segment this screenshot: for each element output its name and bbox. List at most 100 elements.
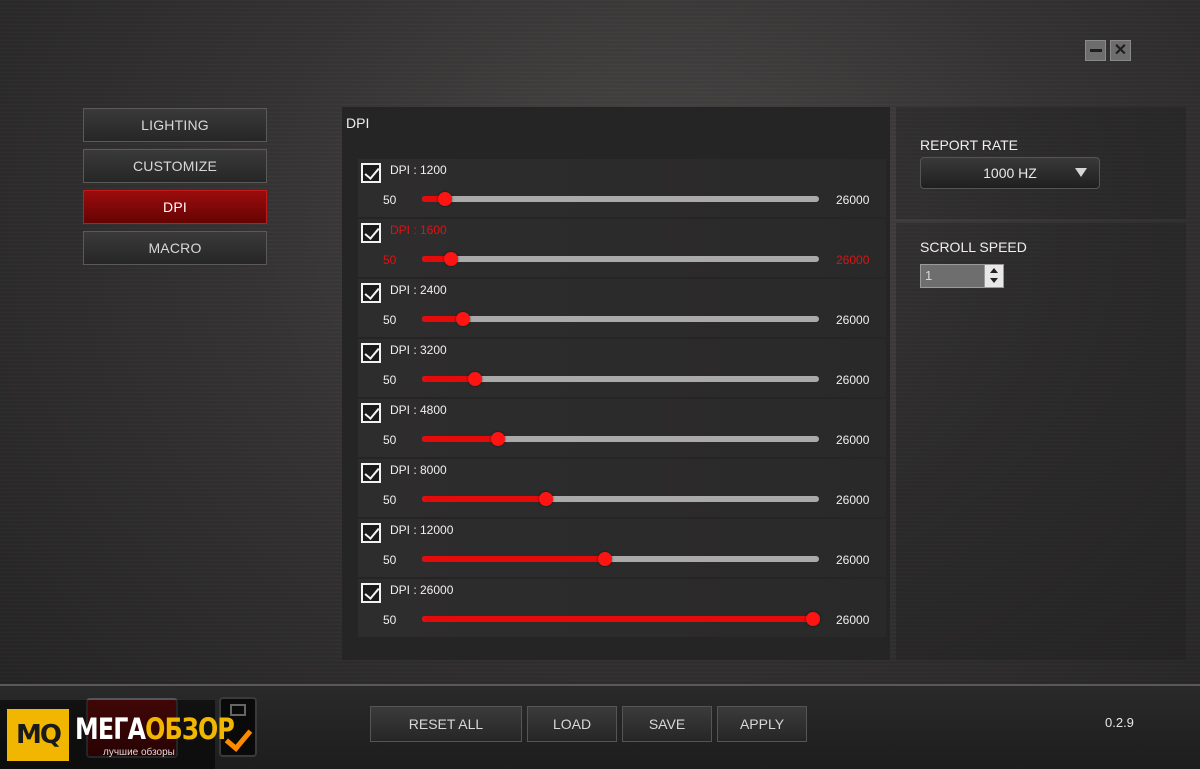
dpi-row: DPI : 8000 50 26000 bbox=[358, 459, 886, 517]
load-button[interactable]: LOAD bbox=[527, 706, 617, 742]
dpi-slider[interactable] bbox=[422, 432, 819, 446]
dpi-min-label: 50 bbox=[383, 253, 397, 267]
report-rate-select[interactable]: 1000 HZ bbox=[920, 157, 1100, 189]
dropdown-arrow-icon bbox=[1075, 168, 1087, 177]
dpi-row: DPI : 26000 50 26000 bbox=[358, 579, 886, 637]
dpi-checkbox[interactable] bbox=[361, 523, 381, 543]
dpi-row: DPI : 4800 50 26000 bbox=[358, 399, 886, 457]
nav-dpi-label: DPI bbox=[163, 199, 187, 215]
scroll-speed-spinner[interactable] bbox=[984, 265, 1003, 287]
watermark-name-accent: ОБЗОР bbox=[145, 712, 235, 746]
nav-customize-label: CUSTOMIZE bbox=[133, 158, 217, 174]
dpi-row: DPI : 1200 50 26000 bbox=[358, 159, 886, 217]
dpi-slider-fill bbox=[422, 436, 498, 442]
save-label: SAVE bbox=[648, 716, 686, 732]
dpi-slider-thumb[interactable] bbox=[444, 252, 458, 266]
dpi-row: DPI : 12000 50 26000 bbox=[358, 519, 886, 577]
load-label: LOAD bbox=[552, 716, 592, 732]
dpi-label: DPI : 2400 bbox=[390, 283, 447, 297]
spin-up-icon[interactable] bbox=[990, 268, 998, 273]
dpi-max-label: 26000 bbox=[836, 193, 870, 207]
save-button[interactable]: SAVE bbox=[622, 706, 712, 742]
dpi-max-label: 26000 bbox=[836, 613, 870, 627]
dpi-min-label: 50 bbox=[383, 613, 397, 627]
dpi-max-label: 26000 bbox=[836, 493, 870, 507]
report-rate-label: REPORT RATE bbox=[920, 137, 1019, 153]
dpi-label: DPI : 8000 bbox=[390, 463, 447, 477]
version-label: 0.2.9 bbox=[1105, 715, 1134, 730]
dpi-max-label: 26000 bbox=[836, 313, 870, 327]
nav-lighting-label: LIGHTING bbox=[141, 117, 209, 133]
dpi-slider[interactable] bbox=[422, 492, 819, 506]
dpi-slider-thumb[interactable] bbox=[456, 312, 470, 326]
nav-dpi-button[interactable]: DPI bbox=[83, 190, 267, 224]
dpi-label: DPI : 12000 bbox=[390, 523, 454, 537]
dpi-min-label: 50 bbox=[383, 373, 397, 387]
dpi-max-label: 26000 bbox=[836, 433, 870, 447]
minimize-button[interactable] bbox=[1085, 40, 1106, 61]
dpi-row: DPI : 1600 50 26000 bbox=[358, 219, 886, 277]
dpi-max-label: 26000 bbox=[836, 253, 870, 267]
watermark-tagline: лучшие обзоры bbox=[103, 747, 175, 758]
dpi-row: DPI : 3200 50 26000 bbox=[358, 339, 886, 397]
dpi-label: DPI : 1200 bbox=[390, 163, 447, 177]
dpi-label: DPI : 3200 bbox=[390, 343, 447, 357]
dpi-slider-fill bbox=[422, 556, 605, 562]
dpi-max-label: 26000 bbox=[836, 373, 870, 387]
scroll-speed-label: SCROLL SPEED bbox=[920, 239, 1027, 255]
dpi-checkbox[interactable] bbox=[361, 403, 381, 423]
reset-all-label: RESET ALL bbox=[408, 716, 484, 732]
dpi-label: DPI : 1600 bbox=[390, 223, 447, 237]
dpi-slider[interactable] bbox=[422, 252, 819, 266]
nav-lighting-button[interactable]: LIGHTING bbox=[83, 108, 267, 142]
reset-all-button[interactable]: RESET ALL bbox=[370, 706, 522, 742]
dpi-slider-thumb[interactable] bbox=[598, 552, 612, 566]
settings-panel: REPORT RATE 1000 HZ SCROLL SPEED 1 bbox=[896, 107, 1196, 660]
dpi-slider-fill bbox=[422, 616, 813, 622]
dpi-checkbox[interactable] bbox=[361, 463, 381, 483]
dpi-slider-fill bbox=[422, 496, 546, 502]
apply-label: APPLY bbox=[739, 716, 785, 732]
dpi-min-label: 50 bbox=[383, 493, 397, 507]
dpi-slider-thumb[interactable] bbox=[806, 612, 820, 626]
dpi-slider-thumb[interactable] bbox=[468, 372, 482, 386]
scroll-speed-input[interactable]: 1 bbox=[920, 264, 1004, 288]
dpi-slider-thumb[interactable] bbox=[539, 492, 553, 506]
dpi-label: DPI : 26000 bbox=[390, 583, 454, 597]
dpi-slider[interactable] bbox=[422, 372, 819, 386]
nav-macro-button[interactable]: MACRO bbox=[83, 231, 267, 265]
dpi-slider[interactable] bbox=[422, 312, 819, 326]
watermark-name-white: МЕГА bbox=[75, 712, 146, 746]
dpi-checkbox[interactable] bbox=[361, 283, 381, 303]
watermark-mq-logo: MQ bbox=[7, 709, 69, 761]
dpi-checkbox[interactable] bbox=[361, 343, 381, 363]
dpi-label: DPI : 4800 bbox=[390, 403, 447, 417]
nav-customize-button[interactable]: CUSTOMIZE bbox=[83, 149, 267, 183]
dpi-panel: DPI DPI : 1200 50 26000 DPI : 1600 50 26000 DP… bbox=[342, 107, 890, 660]
spin-down-icon[interactable] bbox=[990, 278, 998, 283]
dpi-stage-list: DPI : 1200 50 26000 DPI : 1600 50 26000 DPI : … bbox=[358, 159, 886, 639]
dpi-row: DPI : 2400 50 26000 bbox=[358, 279, 886, 337]
watermark-logo-text: МЕГАОБЗОР bbox=[75, 712, 235, 746]
dpi-checkbox[interactable] bbox=[361, 223, 381, 243]
dpi-checkbox[interactable] bbox=[361, 163, 381, 183]
scroll-speed-section bbox=[896, 223, 1186, 660]
dpi-slider-thumb[interactable] bbox=[438, 192, 452, 206]
dpi-slider[interactable] bbox=[422, 612, 820, 626]
close-button[interactable]: ✕ bbox=[1110, 40, 1131, 61]
dpi-panel-title: DPI bbox=[346, 115, 370, 131]
report-rate-value: 1000 HZ bbox=[983, 165, 1037, 181]
dpi-min-label: 50 bbox=[383, 313, 397, 327]
scroll-speed-value: 1 bbox=[925, 268, 933, 283]
dpi-slider[interactable] bbox=[422, 192, 819, 206]
dpi-min-label: 50 bbox=[383, 433, 397, 447]
dpi-min-label: 50 bbox=[383, 553, 397, 567]
dpi-max-label: 26000 bbox=[836, 553, 870, 567]
dpi-slider[interactable] bbox=[422, 552, 819, 566]
dpi-min-label: 50 bbox=[383, 193, 397, 207]
dpi-checkbox[interactable] bbox=[361, 583, 381, 603]
nav-macro-label: MACRO bbox=[148, 240, 202, 256]
close-icon: ✕ bbox=[1113, 41, 1128, 59]
apply-button[interactable]: APPLY bbox=[717, 706, 807, 742]
dpi-slider-thumb[interactable] bbox=[491, 432, 505, 446]
